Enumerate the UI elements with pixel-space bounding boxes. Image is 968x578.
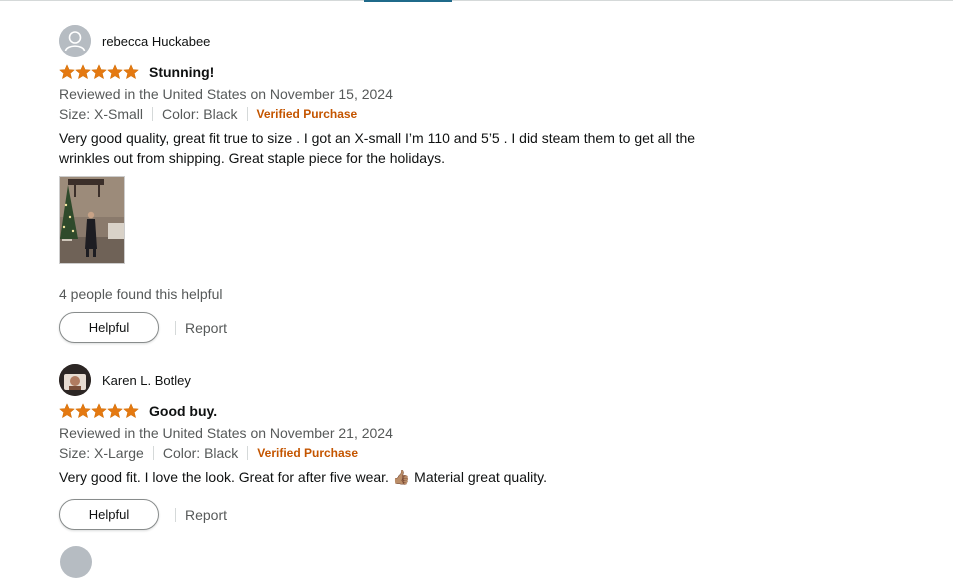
star-rating[interactable] (59, 403, 139, 419)
helpful-button[interactable]: Helpful (59, 499, 159, 530)
star-icon (59, 403, 75, 419)
star-icon (107, 403, 123, 419)
verified-purchase-badge: Verified Purchase (257, 446, 359, 460)
color-label: Color: Black (162, 445, 239, 461)
star-icon (123, 64, 139, 80)
format-strip[interactable]: Size: X-Small Color: Black Verified Purc… (59, 104, 759, 124)
review-date: Reviewed in the United States on Novembe… (59, 425, 393, 441)
review-title[interactable]: Stunning! (149, 64, 214, 80)
star-icon (91, 403, 107, 419)
divider (152, 107, 154, 121)
profile-name[interactable]: Karen L. Botley (102, 373, 191, 388)
star-icon (75, 64, 91, 80)
report-link[interactable]: Report (185, 507, 227, 523)
color-label: Color: Black (162, 106, 238, 122)
size-label: Size: X-Small (59, 106, 144, 122)
review-body: Very good quality, great fit true to siz… (59, 128, 759, 168)
helpful-count: 4 people found this helpful (59, 286, 223, 302)
review-date: Reviewed in the United States on Novembe… (59, 86, 393, 102)
top-divider (0, 0, 953, 1)
review-image-thumbnail[interactable] (59, 176, 125, 264)
star-icon (107, 64, 123, 80)
review-body-line: Very good quality, great fit true to siz… (59, 130, 696, 146)
format-strip[interactable]: Size: X-Large Color: Black Verified Purc… (59, 443, 759, 463)
helpful-button[interactable]: Helpful (59, 312, 159, 343)
divider (152, 446, 154, 460)
profile-name[interactable]: rebecca Huckabee (102, 34, 210, 49)
star-icon (91, 64, 107, 80)
report-link[interactable]: Report (185, 320, 227, 336)
size-label: Size: X-Large (59, 445, 144, 461)
review-2: Karen L. Botley Good buy. Reviewed in th… (59, 364, 759, 530)
review-1: rebecca Huckabee Stunning! Reviewed in t… (59, 25, 759, 343)
star-icon (75, 403, 91, 419)
default-avatar-icon (59, 25, 91, 57)
star-rating[interactable] (59, 64, 139, 80)
profile-photo-avatar (59, 364, 91, 396)
star-icon (59, 64, 75, 80)
review-title[interactable]: Good buy. (149, 403, 217, 419)
divider (175, 320, 176, 335)
review-body: Very good fit. I love the look. Great fo… (59, 469, 547, 485)
divider (175, 507, 176, 522)
divider (246, 107, 248, 121)
verified-purchase-badge: Verified Purchase (256, 107, 358, 121)
review-body-line: wrinkles out from shipping. Great staple… (59, 150, 445, 166)
profile[interactable]: rebecca Huckabee (59, 25, 759, 57)
star-icon (123, 403, 139, 419)
profile[interactable]: Karen L. Botley (59, 364, 759, 396)
active-tab-indicator (364, 0, 452, 2)
divider (247, 446, 249, 460)
